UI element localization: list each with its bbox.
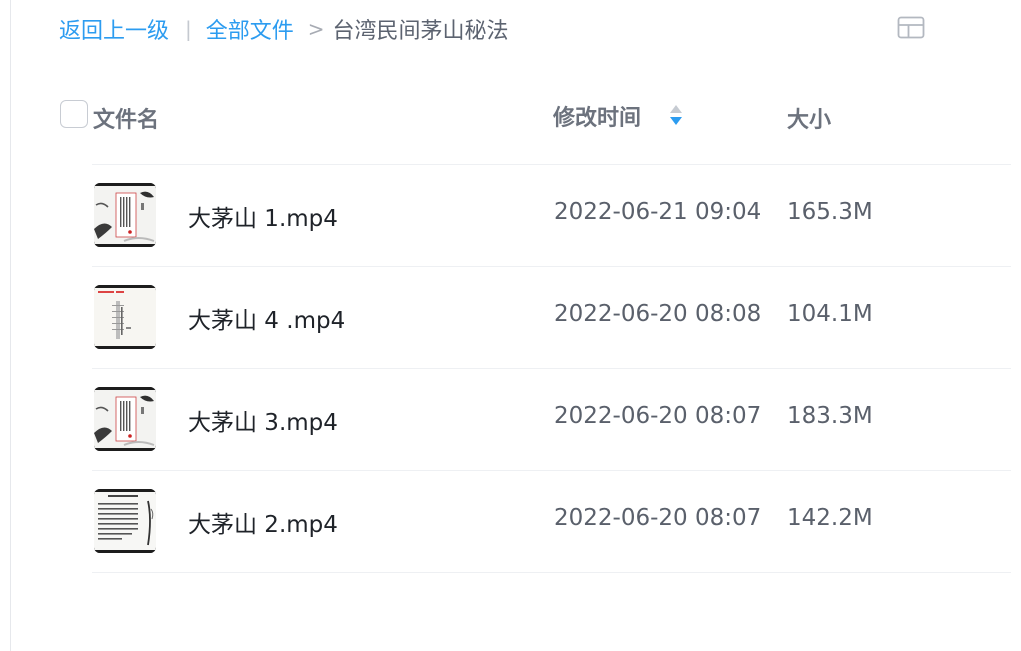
file-row[interactable]: 大茅山 4 .mp4 2022-06-20 08:08 104.1M xyxy=(92,267,1011,368)
file-modified-time: 2022-06-21 09:04 xyxy=(554,199,762,225)
file-modified-time: 2022-06-20 08:07 xyxy=(554,403,762,429)
file-size: 142.2M xyxy=(787,505,873,531)
column-header-name[interactable]: 文件名 xyxy=(93,102,159,134)
file-name[interactable]: 大茅山 1.mp4 xyxy=(188,199,338,233)
breadcrumb-separator: | xyxy=(185,17,192,41)
file-list-header: 文件名 修改时间 大小 xyxy=(59,96,1011,136)
video-thumbnail-icon xyxy=(94,183,156,247)
column-header-modified[interactable]: 修改时间 xyxy=(553,100,641,132)
sort-icon[interactable] xyxy=(668,102,684,128)
panel-border xyxy=(10,0,11,651)
select-all-checkbox[interactable] xyxy=(60,100,88,128)
breadcrumb: 返回上一级 | 全部文件 > 台湾民间茅山秘法 xyxy=(59,12,509,46)
file-row[interactable]: 大茅山 1.mp4 2022-06-21 09:04 165.3M xyxy=(92,165,1011,266)
file-modified-time: 2022-06-20 08:07 xyxy=(554,505,762,531)
row-divider xyxy=(92,572,1011,573)
file-size: 104.1M xyxy=(787,301,873,327)
all-files-link[interactable]: 全部文件 xyxy=(206,13,294,45)
file-size: 165.3M xyxy=(787,199,873,225)
file-size: 183.3M xyxy=(787,403,873,429)
current-folder-label: 台湾民间茅山秘法 xyxy=(332,19,509,44)
video-thumbnail-icon xyxy=(94,387,156,451)
breadcrumb-arrow-icon: > xyxy=(307,17,325,41)
file-name[interactable]: 大茅山 4 .mp4 xyxy=(188,301,345,335)
video-thumbnail-icon xyxy=(94,285,156,349)
video-thumbnail-icon xyxy=(94,489,156,553)
file-browser-page: 返回上一级 | 全部文件 > 台湾民间茅山秘法 文件名 修改时间 大小 大茅山 … xyxy=(0,0,1021,651)
file-modified-time: 2022-06-20 08:08 xyxy=(554,301,762,327)
file-name[interactable]: 大茅山 2.mp4 xyxy=(188,505,338,539)
back-link[interactable]: 返回上一级 xyxy=(59,13,169,45)
column-header-size[interactable]: 大小 xyxy=(787,102,831,134)
file-row[interactable]: 大茅山 3.mp4 2022-06-20 08:07 183.3M xyxy=(92,369,1011,470)
file-row[interactable]: 大茅山 2.mp4 2022-06-20 08:07 142.2M xyxy=(92,471,1011,572)
file-name[interactable]: 大茅山 3.mp4 xyxy=(188,403,338,437)
grid-view-icon[interactable] xyxy=(896,14,926,42)
